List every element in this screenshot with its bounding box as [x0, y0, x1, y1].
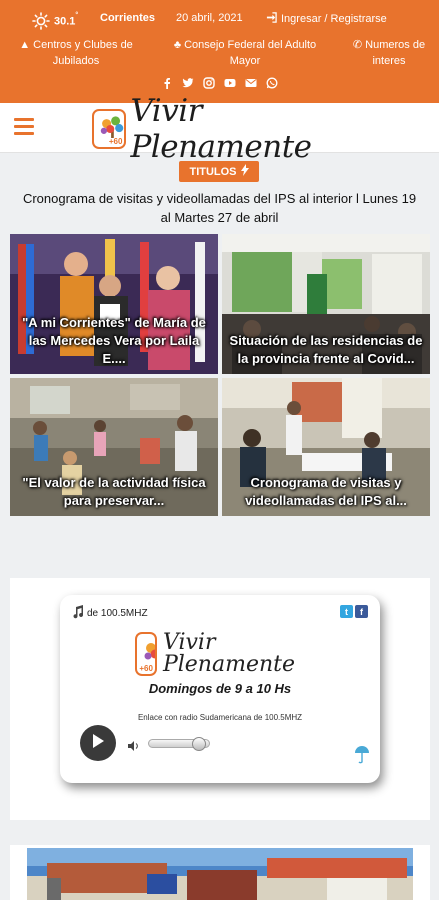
lightning-icon — [240, 164, 249, 179]
station-info: de 100.5MHZ — [72, 605, 148, 622]
volume-slider-thumb[interactable] — [192, 737, 206, 751]
music-note-icon — [72, 605, 84, 622]
twitter-icon[interactable]: t — [340, 605, 353, 618]
umbrella-icon — [354, 745, 370, 765]
player-social: t f — [340, 605, 368, 618]
temperature: 30.1° — [54, 11, 79, 28]
facebook-icon[interactable]: f — [355, 605, 368, 618]
news-caption: "El valor de la actividad física para pr… — [22, 475, 206, 508]
news-caption: Situación de las residencias de la provi… — [229, 333, 423, 366]
play-button[interactable] — [80, 725, 116, 761]
logo-text: Vivir Plenamente — [130, 93, 312, 165]
sun-icon — [32, 12, 50, 30]
menu-icon[interactable] — [14, 118, 34, 136]
twitter-icon[interactable] — [182, 77, 194, 89]
news-caption: "A mi Corrientes" de María de las Merced… — [22, 315, 206, 366]
news-card-3[interactable]: "El valor de la actividad física para pr… — [10, 378, 218, 516]
sitemap-icon: ♣ — [173, 39, 182, 51]
logo-badge-text: +60 — [108, 137, 123, 146]
link-numeros[interactable]: ✆ Numeros de interes — [350, 37, 428, 69]
volume-slider[interactable] — [148, 737, 210, 751]
sign-in-icon — [266, 12, 277, 26]
logo-badge-text: +60 — [139, 664, 153, 673]
social-links — [0, 77, 439, 93]
weather: 30.1° — [32, 12, 78, 30]
bottom-panel — [10, 845, 430, 900]
logo-badge: +60 — [135, 632, 157, 676]
news-card-2[interactable]: Situación de las residencias de la provi… — [222, 234, 430, 374]
volume-icon[interactable] — [128, 738, 140, 751]
phone-icon: ✆ — [352, 39, 363, 51]
date: 20 abril, 2021 — [176, 12, 243, 24]
top-bar: 30.1° Corrientes 20 abril, 2021 Ingresar… — [0, 0, 439, 103]
titulos-badge[interactable]: TITULOS — [179, 161, 259, 182]
play-icon — [91, 733, 105, 754]
youtube-icon[interactable] — [224, 77, 236, 89]
link-centros[interactable]: ▲ Centros y Clubes de Jubilados — [16, 37, 136, 69]
login-link[interactable]: Ingresar / Registrarse — [266, 12, 387, 26]
news-card-1[interactable]: "A mi Corrientes" de María de las Merced… — [10, 234, 218, 374]
bottom-photo[interactable] — [27, 848, 413, 900]
email-icon[interactable] — [245, 77, 257, 89]
schedule-text: Domingos de 9 a 10 Hs — [148, 681, 292, 696]
logo-badge: +60 — [92, 109, 127, 149]
building-icon: ▲ — [19, 39, 31, 51]
facebook-icon[interactable] — [161, 77, 173, 89]
whatsapp-icon[interactable] — [266, 77, 278, 89]
news-card-4[interactable]: Cronograma de visitas y videollamadas de… — [222, 378, 430, 516]
radio-panel: de 100.5MHZ t f +60 Vivir Plenamente Dom… — [10, 578, 430, 820]
news-caption: Cronograma de visitas y videollamadas de… — [245, 475, 407, 508]
site-header: +60 Vivir Plenamente — [0, 93, 439, 165]
city: Corrientes — [100, 12, 156, 24]
player-logo-text: Vivir Plenamente — [162, 630, 295, 677]
ticker-headline[interactable]: Cronograma de visitas y videollamadas de… — [22, 189, 417, 227]
instagram-icon[interactable] — [203, 77, 215, 89]
link-text: Enlace con radio Sudamericana de 100.5MH… — [137, 713, 303, 722]
link-consejo[interactable]: ♣ Consejo Federal del Adulto Mayor — [170, 37, 320, 69]
site-logo[interactable]: +60 Vivir Plenamente — [92, 93, 352, 165]
player-logo: +60 Vivir Plenamente — [135, 627, 295, 681]
radio-player: de 100.5MHZ t f +60 Vivir Plenamente Dom… — [60, 595, 380, 783]
